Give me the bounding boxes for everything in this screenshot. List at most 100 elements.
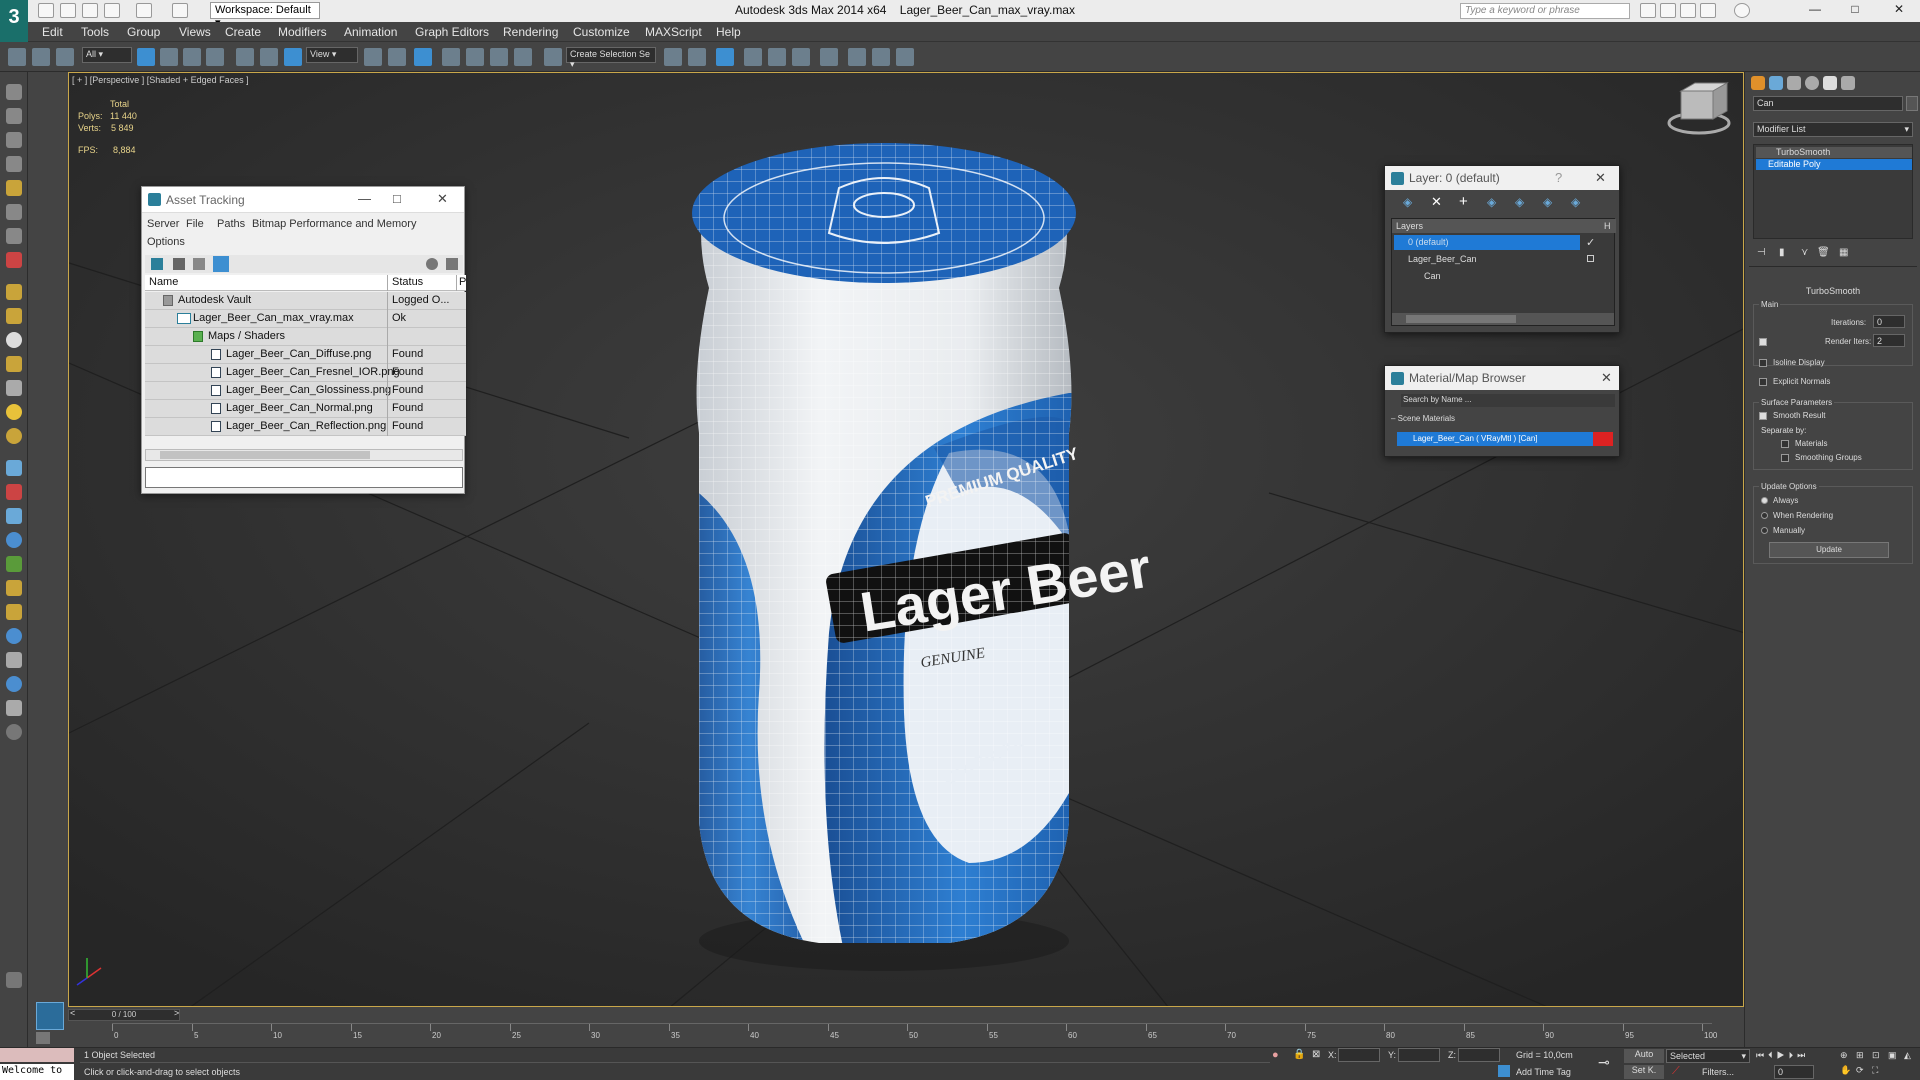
layer-scroll-thumb[interactable] bbox=[1406, 315, 1516, 323]
sun-light-icon[interactable] bbox=[6, 404, 22, 420]
layer-highlight-icon[interactable]: ◈ bbox=[1543, 195, 1552, 209]
render-iters-checkbox[interactable] bbox=[1759, 338, 1767, 346]
menu-customize[interactable]: Customize bbox=[573, 25, 630, 39]
time-slider[interactable]: 0 / 100 bbox=[68, 1009, 180, 1021]
hierarchy-tab-icon[interactable] bbox=[1787, 76, 1801, 90]
layer-hide-all-icon[interactable]: ◈ bbox=[1571, 195, 1580, 209]
new-file-icon[interactable] bbox=[38, 3, 54, 18]
layer-scrollbar[interactable] bbox=[1392, 313, 1614, 325]
maxscript-listener[interactable]: Welcome to bbox=[0, 1064, 74, 1080]
move-icon[interactable] bbox=[236, 48, 254, 66]
time-prev-icon[interactable]: < bbox=[70, 1008, 75, 1018]
spacewarp-icon[interactable] bbox=[6, 580, 22, 596]
maxscript-listener-top[interactable] bbox=[0, 1048, 74, 1062]
remove-modifier-icon[interactable]: 🗑 bbox=[1817, 247, 1830, 258]
redo-icon[interactable] bbox=[136, 3, 152, 18]
layers-column-label[interactable]: Layers bbox=[1396, 221, 1423, 231]
select-by-name-icon[interactable] bbox=[160, 48, 178, 66]
omni-light-icon[interactable] bbox=[6, 428, 22, 444]
menu-create[interactable]: Create bbox=[225, 25, 261, 39]
link-icon[interactable] bbox=[8, 48, 26, 66]
isoline-checkbox[interactable] bbox=[1759, 359, 1767, 367]
table-row[interactable]: Lager_Beer_Can_Fresnel_IOR.png Found bbox=[145, 364, 466, 382]
asset-menu-options[interactable]: Options bbox=[147, 236, 185, 248]
minimize-button[interactable]: — bbox=[1800, 2, 1830, 20]
motion-icon[interactable] bbox=[6, 700, 22, 716]
menu-tools[interactable]: Tools bbox=[81, 25, 109, 39]
app-logo[interactable]: 3 bbox=[0, 0, 28, 42]
sphere-primitive-icon[interactable] bbox=[6, 332, 22, 348]
add-time-tag-label[interactable]: Add Time Tag bbox=[1516, 1067, 1571, 1077]
pin-stack-icon[interactable]: ⊣ bbox=[1757, 247, 1766, 258]
scale-icon[interactable] bbox=[284, 48, 302, 66]
layer-row[interactable]: 0 (default) bbox=[1394, 235, 1580, 250]
layer-delete-icon[interactable]: ✕ bbox=[1431, 194, 1442, 210]
isolate-icon[interactable]: ● bbox=[1272, 1049, 1279, 1061]
display-icon[interactable] bbox=[6, 676, 22, 692]
curve-editor-icon[interactable] bbox=[768, 48, 786, 66]
close-button[interactable]: ✕ bbox=[1884, 2, 1914, 20]
foliage-icon[interactable] bbox=[6, 556, 22, 572]
create-tab-icon[interactable] bbox=[1751, 76, 1765, 90]
col-p[interactable]: P bbox=[459, 276, 466, 288]
make-unique-icon[interactable]: ⋎ bbox=[1801, 247, 1808, 258]
render-production-icon[interactable] bbox=[896, 48, 914, 66]
scene-materials-header[interactable]: – Scene Materials bbox=[1391, 414, 1455, 423]
play-icon[interactable]: ▶ bbox=[1777, 1050, 1789, 1060]
table-row[interactable]: Lager_Beer_Can_Normal.png Found bbox=[145, 400, 466, 418]
configure-sets-icon[interactable]: ▦ bbox=[1839, 247, 1848, 258]
selection-filter-dropdown[interactable]: All ▾ bbox=[82, 47, 132, 63]
col-name[interactable]: Name bbox=[149, 276, 178, 288]
asset-path-input[interactable] bbox=[145, 467, 463, 488]
table-row[interactable]: Lager_Beer_Can_Diffuse.png Found bbox=[145, 346, 466, 364]
paint-selection-icon[interactable] bbox=[6, 460, 22, 476]
layer-row[interactable]: Lager_Beer_Can bbox=[1394, 252, 1580, 267]
menu-help[interactable]: Help bbox=[716, 25, 741, 39]
torus-primitive-icon[interactable] bbox=[6, 356, 22, 372]
edit-named-selection-icon[interactable] bbox=[544, 48, 562, 66]
soft-select-icon[interactable] bbox=[6, 484, 22, 500]
viewport-layout-icon[interactable] bbox=[6, 84, 22, 100]
menu-group[interactable]: Group bbox=[127, 25, 160, 39]
spinner-snap-icon[interactable] bbox=[514, 48, 532, 66]
layer-help-icon[interactable]: ? bbox=[1555, 170, 1562, 185]
cone-primitive-icon[interactable] bbox=[6, 380, 22, 396]
box-primitive-icon[interactable] bbox=[6, 284, 22, 300]
x-coord-field[interactable] bbox=[1338, 1048, 1380, 1062]
timeline-ruler[interactable]: 0 5 10 15 20 25 30 35 40 45 50 55 60 65 70 75 80 85 90 95 10… bbox=[112, 1023, 1717, 1045]
y-coord-field[interactable] bbox=[1398, 1048, 1440, 1062]
selection-lock-icon[interactable]: 🔒 bbox=[1293, 1049, 1305, 1060]
render-iters-spinner[interactable]: 2 bbox=[1873, 334, 1905, 347]
create-tool-icon[interactable] bbox=[6, 108, 22, 124]
next-frame-icon[interactable]: ⏵ bbox=[1789, 1050, 1798, 1060]
asset-help-icon[interactable] bbox=[426, 258, 438, 270]
help-icon[interactable] bbox=[1734, 3, 1750, 18]
unlink-icon[interactable] bbox=[32, 48, 50, 66]
asset-menu-bitmap[interactable]: Bitmap Performance and Memory bbox=[252, 218, 416, 230]
thumbnail-icon[interactable] bbox=[193, 258, 205, 270]
rotate-icon[interactable] bbox=[260, 48, 278, 66]
key-filter-dropdown[interactable]: Selected ▾ bbox=[1666, 1049, 1750, 1063]
material-search-input[interactable]: Search by Name ... bbox=[1401, 394, 1615, 407]
pivot-center-icon[interactable] bbox=[364, 48, 382, 66]
named-selection-dropdown[interactable]: Create Selection Se ▾ bbox=[566, 47, 656, 69]
layer-close-icon[interactable]: ✕ bbox=[1595, 170, 1606, 186]
ref-coord-dropdown[interactable]: View ▾ bbox=[306, 47, 358, 63]
z-coord-field[interactable] bbox=[1458, 1048, 1500, 1062]
cylinder-primitive-icon[interactable] bbox=[6, 308, 22, 324]
asset-close-icon[interactable]: ✕ bbox=[437, 191, 448, 207]
angle-snap-icon[interactable] bbox=[466, 48, 484, 66]
key-mode-icon[interactable]: ⟋ bbox=[1672, 1065, 1680, 1078]
hold-icon[interactable] bbox=[172, 3, 188, 18]
undo-icon[interactable] bbox=[104, 3, 120, 18]
modifier-list-dropdown[interactable]: Modifier List ▾ bbox=[1753, 122, 1913, 137]
snaps-toggle-icon[interactable] bbox=[442, 48, 460, 66]
stack-item[interactable]: TurboSmooth bbox=[1756, 147, 1912, 158]
zoom-all-icon[interactable]: ⊞ bbox=[1856, 1050, 1864, 1061]
compound-icon[interactable] bbox=[6, 604, 22, 620]
pan-icon[interactable]: ✋ bbox=[1840, 1065, 1851, 1076]
update-button[interactable]: Update bbox=[1769, 542, 1889, 558]
zoom-extents-all-icon[interactable]: ▣ bbox=[1888, 1050, 1897, 1061]
star-icon[interactable] bbox=[1700, 3, 1716, 18]
auto-key-button[interactable]: Auto bbox=[1624, 1049, 1664, 1063]
